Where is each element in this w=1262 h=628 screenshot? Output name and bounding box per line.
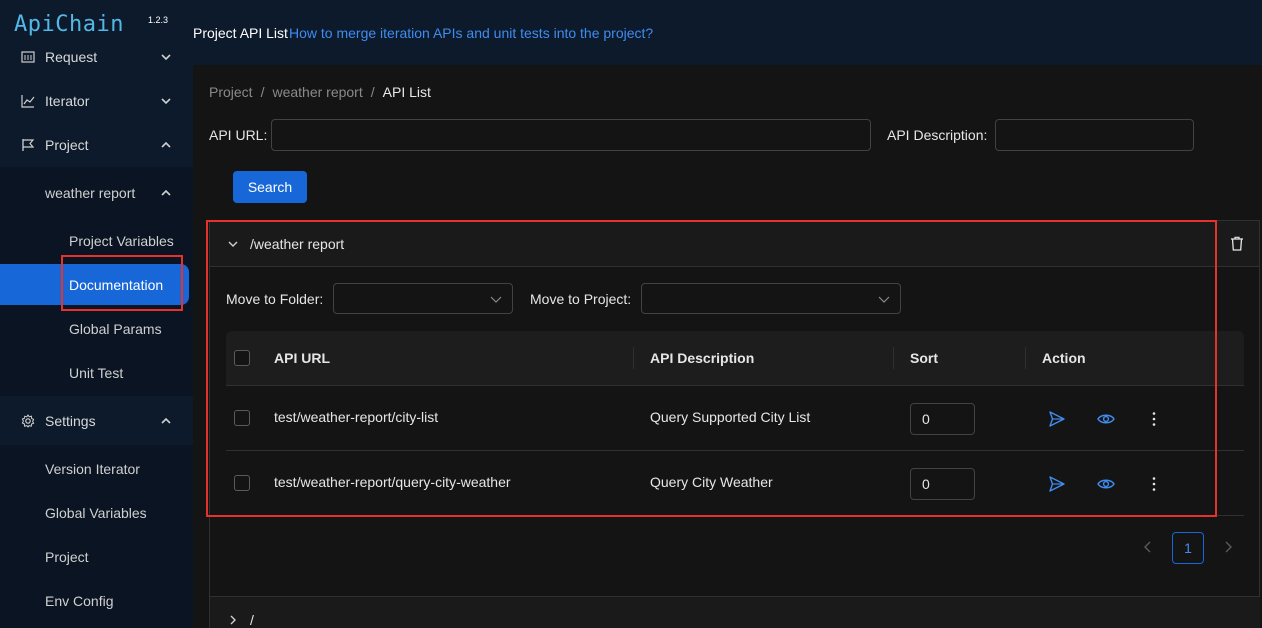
- app-version: 1.2.3: [148, 15, 169, 25]
- sidebar-item-iterator[interactable]: Iterator: [0, 79, 193, 123]
- sidebar-item-global-variables[interactable]: Global Variables: [0, 491, 193, 535]
- breadcrumb-weather-report[interactable]: weather report: [272, 84, 362, 100]
- chevron-down-icon: [161, 54, 171, 61]
- sidebar-item-label: Global Variables: [45, 505, 147, 521]
- sidebar-item-label: Global Params: [69, 321, 162, 337]
- sidebar-item-env-config[interactable]: Env Config: [0, 579, 193, 623]
- sidebar-item-label: Project: [45, 137, 89, 153]
- help-link[interactable]: How to merge iteration APIs and unit tes…: [289, 25, 653, 41]
- page-title: Project API List: [193, 25, 288, 41]
- sidebar-item-global-params[interactable]: Global Params: [0, 307, 193, 351]
- sidebar-item-label: Unit Test: [69, 365, 124, 381]
- root-folder-title: /: [250, 612, 254, 628]
- sidebar-item-request[interactable]: Request: [0, 35, 193, 79]
- api-url-label: API URL:: [209, 127, 268, 143]
- chevron-up-icon: [161, 141, 171, 148]
- sidebar-item-label: Settings: [45, 413, 96, 429]
- root-folder-panel-header[interactable]: /: [210, 597, 1260, 628]
- sidebar-item-project[interactable]: Project: [0, 123, 193, 167]
- annotation-highlight-documentation: [61, 255, 183, 311]
- api-description-input[interactable]: [995, 119, 1194, 151]
- top-bar: Project API List How to merge iteration …: [193, 0, 1262, 65]
- chevron-up-icon: [161, 417, 171, 424]
- chevron-down-icon: [161, 98, 171, 105]
- api-description-label: API Description:: [887, 127, 988, 143]
- sidebar: ApiChain 1.2.3 Request Iterator Project …: [0, 0, 193, 628]
- app-logo: ApiChain: [14, 12, 124, 37]
- sidebar-item-weather-report[interactable]: weather report: [0, 171, 193, 215]
- request-icon: [21, 51, 35, 63]
- sidebar-item-label: Request: [45, 49, 98, 65]
- breadcrumb-separator: /: [260, 84, 265, 100]
- breadcrumb-separator: /: [370, 84, 375, 100]
- sidebar-item-label: weather report: [45, 185, 136, 201]
- chevron-right-icon: [230, 615, 236, 625]
- sidebar-item-label: Version Iterator: [45, 461, 140, 477]
- breadcrumb: Project / weather report / API List: [209, 84, 431, 100]
- annotation-highlight-folder-panel: [206, 220, 1217, 517]
- sidebar-item-label: Project Variables: [69, 233, 174, 249]
- sidebar-item-label: Env Config: [45, 593, 114, 609]
- sidebar-item-unit-test[interactable]: Unit Test: [0, 351, 193, 395]
- sidebar-item-label: Iterator: [45, 93, 90, 109]
- search-button[interactable]: Search: [233, 171, 307, 203]
- flag-icon: [22, 139, 35, 151]
- gear-icon: [21, 414, 35, 428]
- previous-page-icon[interactable]: [1141, 540, 1155, 554]
- next-page-icon[interactable]: [1221, 540, 1235, 554]
- sidebar-item-label: Project: [45, 549, 89, 565]
- page-number-button[interactable]: 1: [1172, 532, 1204, 564]
- sidebar-item-version-iterator[interactable]: Version Iterator: [0, 447, 193, 491]
- trash-icon[interactable]: [1230, 236, 1244, 251]
- chart-line-icon: [21, 95, 35, 108]
- chevron-up-icon: [161, 189, 171, 196]
- sidebar-item-settings[interactable]: Settings: [0, 399, 193, 443]
- sidebar-item-settings-project[interactable]: Project: [0, 535, 193, 579]
- breadcrumb-current: API List: [382, 84, 431, 100]
- breadcrumb-project[interactable]: Project: [209, 84, 253, 100]
- api-url-input[interactable]: [271, 119, 871, 151]
